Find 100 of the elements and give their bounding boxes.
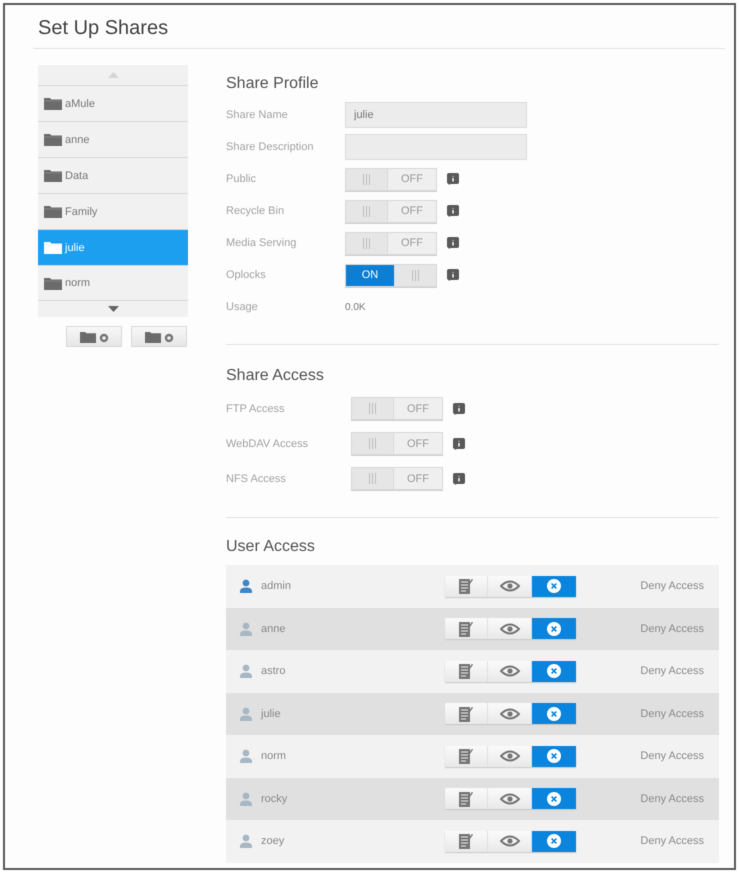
- person-icon: [239, 664, 253, 678]
- info-icon: [453, 472, 465, 484]
- deny-access-button[interactable]: [532, 788, 576, 810]
- grip-icon: [369, 438, 376, 449]
- toggle-switch[interactable]: OFF: [345, 168, 437, 190]
- eye-icon: [500, 708, 520, 720]
- folder-icon: [44, 133, 62, 146]
- read-write-button[interactable]: [445, 618, 488, 640]
- close-circle-icon: [547, 664, 561, 678]
- person-icon: [239, 834, 253, 848]
- read-write-button[interactable]: [445, 576, 488, 597]
- share-item[interactable]: aMule: [38, 85, 188, 121]
- eye-icon: [500, 750, 520, 762]
- share-item[interactable]: Data: [38, 157, 188, 193]
- access-label: Deny Access: [640, 665, 705, 678]
- field-label: WebDAV Access: [226, 438, 308, 450]
- share-item[interactable]: norm: [38, 265, 188, 301]
- document-edit-icon: [459, 748, 473, 764]
- read-only-button[interactable]: [488, 660, 532, 682]
- close-circle-icon: [547, 749, 561, 764]
- field-label: Share Name: [226, 109, 288, 121]
- user-name: anne: [261, 622, 286, 635]
- grip-icon: [363, 206, 370, 216]
- close-circle-icon: [547, 706, 561, 721]
- field-label: Usage: [226, 301, 258, 313]
- deny-access-button[interactable]: [532, 746, 576, 767]
- document-edit-icon: [459, 620, 473, 637]
- section-heading: Share Access: [226, 366, 324, 386]
- eye-icon: [500, 580, 520, 592]
- user-name: zoey: [261, 835, 284, 848]
- read-write-button[interactable]: [445, 660, 488, 682]
- folder-action-button[interactable]: [131, 326, 187, 347]
- access-label: Deny Access: [640, 622, 705, 635]
- folder-icon: [44, 276, 62, 290]
- field-label: FTP Access: [226, 402, 284, 414]
- person-icon: [239, 579, 253, 594]
- field-label: Oplocks: [226, 269, 266, 281]
- toggle-switch[interactable]: OFF: [345, 232, 437, 254]
- read-only-button[interactable]: [488, 788, 532, 810]
- user-name: admin: [261, 580, 291, 592]
- read-only-button[interactable]: [488, 746, 532, 767]
- grip-icon: [369, 403, 376, 414]
- folder-icon: [44, 169, 62, 182]
- read-write-button[interactable]: [445, 830, 488, 852]
- deny-access-button[interactable]: [532, 618, 576, 640]
- info-icon: [447, 205, 459, 217]
- info-icon: [453, 438, 465, 450]
- input-field[interactable]: julie: [345, 102, 527, 128]
- user-name: rocky: [261, 792, 288, 805]
- field-label: Recycle Bin: [226, 205, 284, 217]
- toggle-switch[interactable]: OFF: [351, 432, 443, 455]
- input-field[interactable]: [345, 134, 527, 160]
- deny-access-button[interactable]: [532, 830, 576, 852]
- read-write-button[interactable]: [445, 788, 488, 810]
- grip-icon: [363, 238, 370, 248]
- folder-with-circle-icon: [80, 330, 108, 342]
- eye-icon: [500, 622, 520, 635]
- read-write-button[interactable]: [445, 746, 488, 767]
- document-edit-icon: [459, 706, 473, 722]
- folder-action-button[interactable]: [66, 326, 122, 347]
- access-label: Deny Access: [640, 792, 705, 805]
- deny-access-button[interactable]: [532, 576, 576, 597]
- deny-access-button[interactable]: [532, 660, 576, 682]
- toggle-switch[interactable]: OFF: [351, 467, 443, 490]
- eye-icon: [500, 792, 520, 805]
- page-title: Set Up Shares: [38, 16, 168, 41]
- down-arrow-icon[interactable]: [108, 306, 118, 312]
- info-icon: [453, 402, 465, 414]
- user-name: norm: [261, 750, 286, 762]
- folder-icon: [44, 97, 62, 110]
- share-item[interactable]: anne: [38, 121, 188, 157]
- eye-icon: [500, 665, 520, 678]
- access-label: Deny Access: [640, 708, 705, 720]
- field-label: Media Serving: [226, 237, 296, 249]
- grip-icon: [369, 473, 376, 484]
- close-circle-icon: [547, 622, 561, 636]
- field-label: NFS Access: [226, 472, 286, 484]
- deny-access-button[interactable]: [532, 703, 576, 724]
- document-edit-icon: [459, 578, 473, 594]
- read-only-button[interactable]: [488, 830, 532, 852]
- toggle-switch[interactable]: OFF: [351, 397, 443, 420]
- section-heading: Share Profile: [226, 74, 318, 94]
- access-label: Deny Access: [640, 835, 705, 848]
- toggle-switch[interactable]: ON: [345, 264, 437, 286]
- person-icon: [239, 749, 253, 764]
- read-only-button[interactable]: [488, 618, 532, 640]
- folder-icon: [44, 205, 62, 218]
- toggle-switch[interactable]: OFF: [345, 200, 437, 222]
- field-label: Public: [226, 173, 256, 185]
- eye-icon: [500, 835, 520, 848]
- grip-icon: [412, 270, 419, 280]
- read-write-button[interactable]: [445, 703, 488, 724]
- grip-icon: [363, 174, 370, 184]
- field-label: Share Description: [226, 141, 314, 153]
- read-only-button[interactable]: [488, 576, 532, 597]
- folder-icon: [44, 241, 62, 254]
- info-icon: [447, 237, 459, 249]
- read-only-button[interactable]: [488, 703, 532, 724]
- folder-with-circle-icon: [144, 330, 174, 342]
- share-item[interactable]: julie: [38, 229, 188, 265]
